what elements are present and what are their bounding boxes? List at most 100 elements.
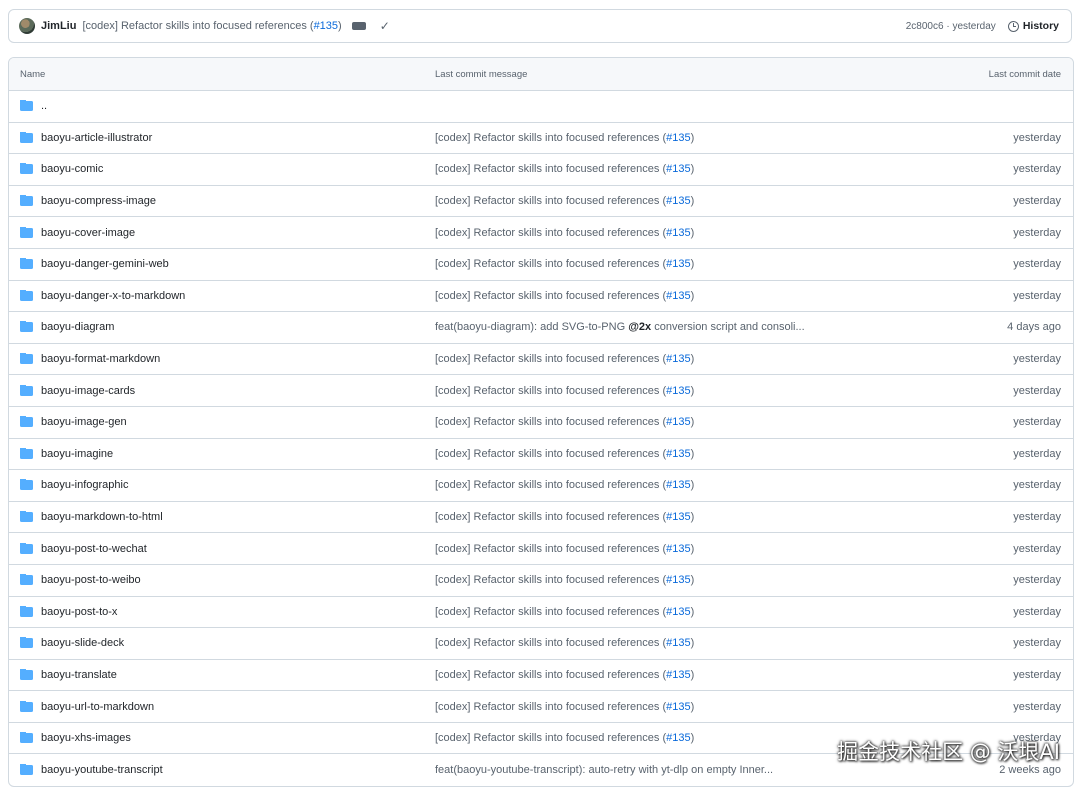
row-pr-link[interactable]: #135 [666,701,690,713]
table-row[interactable]: baoyu-image-cards [codex] Refactor skills… [9,375,1073,407]
commit-author[interactable]: JimLiu [41,20,76,32]
row-commit-text[interactable]: [codex] Refactor skills into focused ref… [435,543,666,555]
row-commit-message[interactable]: [codex] Refactor skills into focused ref… [435,669,873,681]
row-commit-text[interactable]: [codex] Refactor skills into focused ref… [435,290,666,302]
table-row[interactable]: baoyu-cover-image [codex] Refactor skills… [9,217,1073,249]
row-commit-text[interactable]: [codex] Refactor skills into focused ref… [435,258,666,270]
row-pr-link[interactable]: #135 [666,163,690,175]
row-commit-message[interactable]: [codex] Refactor skills into focused ref… [435,290,873,302]
row-commit-message[interactable]: [codex] Refactor skills into focused ref… [435,637,873,649]
row-pr-link[interactable]: #135 [666,290,690,302]
row-commit-text[interactable]: [codex] Refactor skills into focused ref… [435,416,666,428]
check-icon[interactable]: ✓ [380,19,390,33]
row-pr-link[interactable]: #135 [666,511,690,523]
table-row[interactable]: baoyu-danger-gemini-web [codex] Refactor … [9,249,1073,281]
folder-name-link[interactable]: baoyu-image-cards [41,385,135,397]
table-row[interactable]: baoyu-post-to-weibo [codex] Refactor skil… [9,565,1073,597]
row-commit-message[interactable]: [codex] Refactor skills into focused ref… [435,574,873,586]
row-commit-message[interactable]: [codex] Refactor skills into focused ref… [435,479,873,491]
folder-name-link[interactable]: baoyu-compress-image [41,195,156,207]
table-row[interactable]: baoyu-infographic [codex] Refactor skills… [9,470,1073,502]
row-commit-text[interactable]: [codex] Refactor skills into focused ref… [435,132,666,144]
table-row[interactable]: baoyu-translate [codex] Refactor skills i… [9,660,1073,692]
folder-name-link[interactable]: baoyu-post-to-wechat [41,543,147,555]
folder-name-link[interactable]: baoyu-comic [41,163,103,175]
row-commit-message[interactable]: [codex] Refactor skills into focused ref… [435,258,873,270]
row-commit-message[interactable]: feat(baoyu-diagram): add SVG-to-PNG @2x … [435,321,873,333]
parent-dir-row[interactable]: .. [9,91,1073,123]
table-row[interactable]: baoyu-article-illustrator [codex] Refacto… [9,123,1073,155]
row-pr-link[interactable]: #135 [666,574,690,586]
row-pr-link[interactable]: #135 [666,195,690,207]
row-pr-link[interactable]: #135 [666,416,690,428]
row-pr-link[interactable]: #135 [666,227,690,239]
folder-name-link[interactable]: baoyu-article-illustrator [41,132,152,144]
row-pr-link[interactable]: #135 [666,132,690,144]
table-row[interactable]: baoyu-comic [codex] Refactor skills into … [9,154,1073,186]
row-pr-link[interactable]: #135 [666,606,690,618]
table-row[interactable]: baoyu-post-to-wechat [codex] Refactor ski… [9,533,1073,565]
folder-name-link[interactable]: baoyu-imagine [41,448,113,460]
row-pr-link[interactable]: #135 [666,448,690,460]
avatar[interactable] [19,18,35,34]
folder-name-link[interactable]: baoyu-danger-x-to-markdown [41,290,185,302]
row-commit-text[interactable]: [codex] Refactor skills into focused ref… [435,701,666,713]
table-row[interactable]: baoyu-markdown-to-html [codex] Refactor s… [9,502,1073,534]
table-row[interactable]: baoyu-imagine [codex] Refactor skills int… [9,439,1073,471]
folder-name-link[interactable]: baoyu-translate [41,669,117,681]
row-pr-link[interactable]: #135 [666,637,690,649]
table-row[interactable]: baoyu-compress-image [codex] Refactor ski… [9,186,1073,218]
row-commit-message[interactable]: [codex] Refactor skills into focused ref… [435,227,873,239]
row-commit-text[interactable]: [codex] Refactor skills into focused ref… [435,574,666,586]
history-button[interactable]: History [1007,20,1059,32]
row-commit-message[interactable]: [codex] Refactor skills into focused ref… [435,195,873,207]
table-row[interactable]: baoyu-danger-x-to-markdown [codex] Refact… [9,281,1073,313]
row-commit-text[interactable]: [codex] Refactor skills into focused ref… [435,448,666,460]
row-commit-message[interactable]: [codex] Refactor skills into focused ref… [435,416,873,428]
table-row[interactable]: baoyu-url-to-markdown [codex] Refactor sk… [9,691,1073,723]
row-commit-message[interactable]: [codex] Refactor skills into focused ref… [435,701,873,713]
row-commit-text[interactable]: feat(baoyu-diagram): add SVG-to-PNG [435,321,628,333]
row-pr-link[interactable]: #135 [666,543,690,555]
folder-name-link[interactable]: baoyu-image-gen [41,416,127,428]
row-commit-message[interactable]: [codex] Refactor skills into focused ref… [435,448,873,460]
row-commit-text[interactable]: [codex] Refactor skills into focused ref… [435,163,666,175]
row-pr-link[interactable]: #135 [666,479,690,491]
row-commit-message[interactable]: [codex] Refactor skills into focused ref… [435,543,873,555]
row-pr-link[interactable]: #135 [666,669,690,681]
row-commit-text[interactable]: feat(baoyu-youtube-transcript): auto-ret… [435,764,773,776]
folder-name-link[interactable]: baoyu-infographic [41,479,128,491]
parent-dir-link[interactable]: .. [41,100,47,112]
row-commit-text[interactable]: [codex] Refactor skills into focused ref… [435,195,666,207]
commit-sha-time[interactable]: 2c800c6 · yesterday [906,21,996,32]
ellipsis-icon[interactable] [351,17,366,30]
row-commit-message[interactable]: [codex] Refactor skills into focused ref… [435,163,873,175]
row-commit-text[interactable]: [codex] Refactor skills into focused ref… [435,606,666,618]
commit-message[interactable]: [codex] Refactor skills into focused ref… [82,20,341,32]
folder-name-link[interactable]: baoyu-url-to-markdown [41,701,154,713]
row-commit-text[interactable]: [codex] Refactor skills into focused ref… [435,227,666,239]
row-commit-mention[interactable]: @2x [628,321,651,333]
folder-name-link[interactable]: baoyu-cover-image [41,227,135,239]
row-pr-link[interactable]: #135 [666,732,690,744]
table-row[interactable]: baoyu-diagram feat(baoyu-diagram): add SV… [9,312,1073,344]
folder-name-link[interactable]: baoyu-xhs-images [41,732,131,744]
table-row[interactable]: baoyu-post-to-x [codex] Refactor skills i… [9,597,1073,629]
folder-name-link[interactable]: baoyu-markdown-to-html [41,511,163,523]
row-commit-text[interactable]: [codex] Refactor skills into focused ref… [435,479,666,491]
folder-name-link[interactable]: baoyu-format-markdown [41,353,160,365]
commit-message-text[interactable]: [codex] Refactor skills into focused ref… [82,20,313,32]
folder-name-link[interactable]: baoyu-post-to-weibo [41,574,141,586]
row-commit-message[interactable]: [codex] Refactor skills into focused ref… [435,511,873,523]
folder-name-link[interactable]: baoyu-slide-deck [41,637,124,649]
folder-name-link[interactable]: baoyu-danger-gemini-web [41,258,169,270]
row-commit-message[interactable]: [codex] Refactor skills into focused ref… [435,353,873,365]
row-commit-message[interactable]: [codex] Refactor skills into focused ref… [435,732,873,744]
row-commit-text[interactable]: [codex] Refactor skills into focused ref… [435,732,666,744]
folder-name-link[interactable]: baoyu-diagram [41,321,114,333]
row-commit-text[interactable]: [codex] Refactor skills into focused ref… [435,669,666,681]
row-commit-message[interactable]: [codex] Refactor skills into focused ref… [435,385,873,397]
table-row[interactable]: baoyu-slide-deck [codex] Refactor skills … [9,628,1073,660]
table-row[interactable]: baoyu-image-gen [codex] Refactor skills i… [9,407,1073,439]
table-row[interactable]: baoyu-format-markdown [codex] Refactor sk… [9,344,1073,376]
